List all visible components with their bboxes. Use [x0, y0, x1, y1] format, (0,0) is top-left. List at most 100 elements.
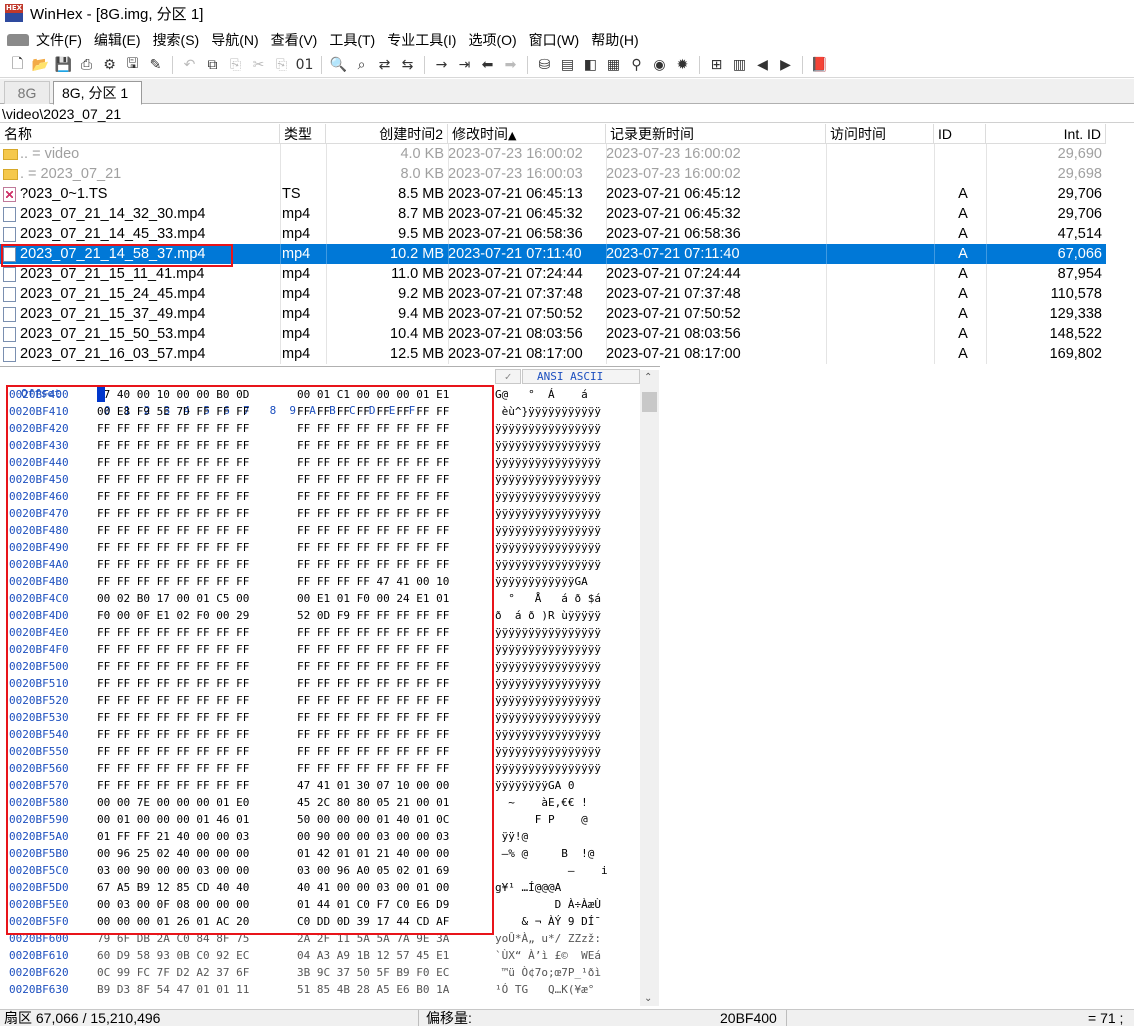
- disk-menu-icon[interactable]: [7, 34, 29, 46]
- menu-search[interactable]: 搜索(S): [147, 30, 206, 50]
- file-row[interactable]: 2023_07_21_15_24_45.mp4 mp4 9.2 MB 2023-07-…: [0, 284, 1106, 304]
- column-header-type[interactable]: 类型: [280, 124, 326, 144]
- column-header-created[interactable]: 创建时间2: [326, 124, 448, 144]
- paste-icon[interactable]: ⎘: [226, 55, 246, 75]
- file-type: mp4: [282, 286, 311, 302]
- drive-icon[interactable]: ◧: [581, 55, 601, 75]
- open-folder-icon[interactable]: 📂: [31, 55, 51, 75]
- menu-navigate[interactable]: 导航(N): [205, 30, 264, 50]
- file-name: .. = video: [20, 146, 80, 162]
- status-bar: 扇区 67,066 / 15,210,496 偏移量: 20BF400 = 71…: [0, 1009, 1134, 1026]
- replace-text-icon[interactable]: ⇄: [375, 55, 395, 75]
- toolbar-separator: [424, 56, 425, 74]
- menu-specialist-tools[interactable]: 专业工具(I): [381, 30, 462, 50]
- magnifier-icon[interactable]: ⚲: [627, 55, 647, 75]
- scroll-thumb[interactable]: [642, 392, 657, 412]
- column-header-modified[interactable]: 修改时间▲: [448, 124, 606, 144]
- find-text-icon[interactable]: 🔍: [329, 55, 349, 75]
- menu-help[interactable]: 帮助(H): [585, 30, 644, 50]
- ascii-text: ÿÿÿÿÿÿÿÿÿÿÿÿÿÿÿÿ: [495, 490, 601, 503]
- disk-icon[interactable]: ⛁: [535, 55, 555, 75]
- ascii-text: ÿÿÿÿÿÿÿÿÿÿÿÿÿÿÿÿ: [495, 456, 601, 469]
- file-row[interactable]: 2023_07_21_14_32_30.mp4 mp4 8.7 MB 2023-07-…: [0, 204, 1106, 224]
- copy-icon[interactable]: ⧉: [203, 55, 223, 75]
- file-record: 2023-07-21 06:45:12: [606, 186, 741, 202]
- file-int-id: 148,522: [1049, 326, 1102, 342]
- new-file-icon[interactable]: 🗋: [8, 55, 28, 75]
- ram-icon[interactable]: ▤: [558, 55, 578, 75]
- file-row[interactable]: 2023_07_21_15_37_49.mp4 mp4 9.4 MB 2023-07-…: [0, 304, 1106, 324]
- column-header-name[interactable]: 名称: [0, 124, 280, 144]
- camera-icon[interactable]: ◉: [650, 55, 670, 75]
- file-type: [280, 164, 326, 184]
- properties-icon[interactable]: ⚙: [100, 55, 120, 75]
- file-size: 10.4 MB: [390, 326, 444, 342]
- file-size: 11.0 MB: [391, 266, 444, 282]
- menu-options[interactable]: 选项(O): [462, 30, 522, 50]
- tree-view-icon[interactable]: ⊞: [707, 55, 727, 75]
- file-row[interactable]: ?023_0~1.TS TS 8.5 MB 2023-07-21 06:45:13 20…: [0, 184, 1106, 204]
- ascii-text: ÿÿÿÿÿÿÿÿÿÿÿÿÿÿÿÿ: [495, 745, 601, 758]
- paste-into-icon[interactable]: ⎘: [272, 55, 292, 75]
- column-header-accessed[interactable]: 访问时间: [826, 124, 934, 144]
- find-hex-icon[interactable]: ⌕: [352, 55, 372, 75]
- ascii-text: & ¬ ÀÝ 9 DÍ¯: [495, 915, 601, 928]
- status-offset-label: 偏移量:: [426, 1010, 472, 1026]
- charset-selector[interactable]: ANSI ASCII: [522, 369, 640, 384]
- ascii-text: ÿÿÿÿÿÿÿÿÿÿÿÿÿÿÿÿ: [495, 558, 601, 571]
- tab-8g[interactable]: 8G: [4, 81, 50, 104]
- menu-file[interactable]: 文件(F): [30, 30, 88, 50]
- menu-edit[interactable]: 编辑(E): [88, 30, 147, 50]
- back-icon[interactable]: ⬅: [478, 55, 498, 75]
- prev-icon[interactable]: ◀: [753, 55, 773, 75]
- file-size: 9.4 MB: [398, 306, 444, 322]
- column-header-int-id[interactable]: Int. ID: [986, 124, 1106, 144]
- next-icon[interactable]: ▶: [776, 55, 796, 75]
- tab-8g-partition-1[interactable]: 8G, 分区 1: [53, 81, 142, 105]
- gear-icon[interactable]: ✹: [673, 55, 693, 75]
- file-name: 2023_07_21_14_45_33.mp4: [20, 226, 206, 242]
- file-name: 2023_07_21_15_11_41.mp4: [20, 266, 205, 282]
- scroll-down-icon[interactable]: ⌄: [644, 993, 652, 1004]
- binary-icon[interactable]: 01: [295, 55, 315, 75]
- forward-icon[interactable]: ➡: [501, 55, 521, 75]
- column-header-record-updated[interactable]: 记录更新时间: [606, 124, 826, 144]
- file-row[interactable]: 2023_07_21_16_03_57.mp4 mp4 12.5 MB 2023-07…: [0, 344, 1106, 364]
- file-name: 2023_07_21_15_37_49.mp4: [20, 306, 206, 322]
- help-book-icon[interactable]: 📕: [810, 55, 830, 75]
- goto-sector-icon[interactable]: ⇥: [455, 55, 475, 75]
- undo-icon[interactable]: ↶: [180, 55, 200, 75]
- menu-tools[interactable]: 工具(T): [323, 30, 381, 50]
- ascii-text: èù^}ÿÿÿÿÿÿÿÿÿÿÿ: [495, 405, 601, 418]
- file-row[interactable]: . = 2023_07_21 8.0 KB 2023-07-23 16:00:03 2…: [0, 164, 1106, 184]
- cut-icon[interactable]: ✂: [249, 55, 269, 75]
- ascii-text: yoÛ*À„ u*/ ZZzž:: [495, 932, 601, 945]
- file-row[interactable]: 2023_07_21_14_45_33.mp4 mp4 9.5 MB 2023-07-…: [0, 224, 1106, 244]
- ascii-text: ÿÿÿÿÿÿÿÿÿÿÿÿÿÿÿÿ: [495, 507, 601, 520]
- edit-data-icon[interactable]: ✎: [146, 55, 166, 75]
- toolbar-separator: [527, 56, 528, 74]
- file-record: 2023-07-21 07:24:44: [606, 266, 741, 282]
- file-row[interactable]: 2023_07_21_15_11_41.mp4 mp4 11.0 MB 2023-07…: [0, 264, 1106, 284]
- column-header-id[interactable]: ID: [934, 124, 986, 144]
- file-size: 4.0 KB: [400, 146, 444, 162]
- print-icon[interactable]: ⎙: [77, 55, 97, 75]
- check-icon[interactable]: ✓: [495, 369, 521, 384]
- menu-bar: 文件(F) 编辑(E) 搜索(S) 导航(N) 查看(V) 工具(T) 专业工具…: [0, 28, 1134, 52]
- replace-hex-icon[interactable]: ⇆: [398, 55, 418, 75]
- calculator-icon[interactable]: ▦: [604, 55, 624, 75]
- file-row[interactable]: .. = video 4.0 KB 2023-07-23 16:00:02 2023-…: [0, 144, 1106, 164]
- save-icon[interactable]: 💾: [54, 55, 74, 75]
- scroll-up-icon[interactable]: ⌃: [644, 372, 652, 383]
- hex-scrollbar[interactable]: ⌃ ⌄: [640, 370, 659, 1006]
- menu-view[interactable]: 查看(V): [265, 30, 324, 50]
- goto-offset-icon[interactable]: →: [432, 55, 452, 75]
- menu-window[interactable]: 窗口(W): [523, 30, 586, 50]
- file-size: 8.7 MB: [398, 206, 444, 222]
- ascii-text: ÿÿÿÿÿÿÿÿÿÿÿÿÿÿÿÿ: [495, 524, 601, 537]
- file-name: ?023_0~1.TS: [20, 186, 108, 202]
- file-id: A: [958, 226, 968, 242]
- open-disk-icon[interactable]: 🖫: [123, 55, 143, 75]
- table-view-icon[interactable]: ▥: [730, 55, 750, 75]
- file-row[interactable]: 2023_07_21_15_50_53.mp4 mp4 10.4 MB 2023-07…: [0, 324, 1106, 344]
